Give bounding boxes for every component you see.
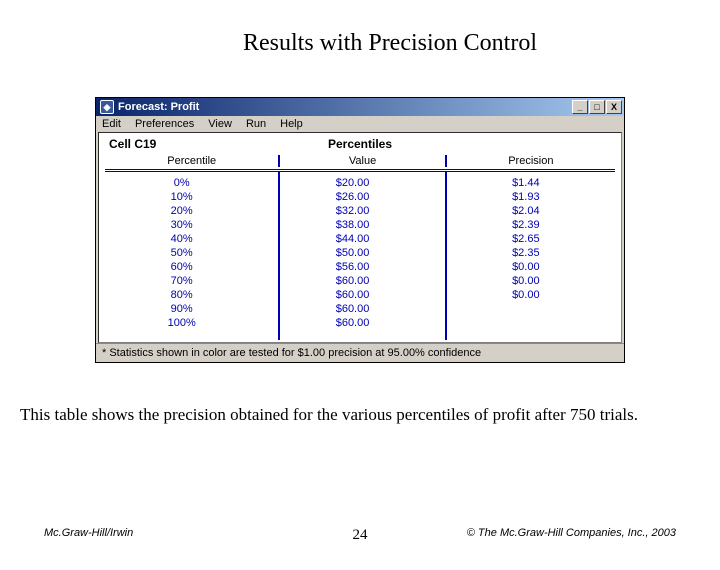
- close-button[interactable]: X: [606, 100, 622, 114]
- cell: 90%: [105, 302, 278, 316]
- minimize-button[interactable]: _: [572, 100, 588, 114]
- data-table: 0% 10% 20% 30% 40% 50% 60% 70% 80% 90% 1…: [105, 172, 615, 340]
- cell: 60%: [105, 260, 278, 274]
- menu-edit[interactable]: Edit: [102, 118, 121, 130]
- value-column: $20.00 $26.00 $32.00 $38.00 $44.00 $50.0…: [278, 172, 446, 340]
- cell: $0.00: [447, 274, 615, 288]
- cell: $2.35: [447, 246, 615, 260]
- cell: $2.39: [447, 218, 615, 232]
- cell: 30%: [105, 218, 278, 232]
- cell: 10%: [105, 190, 278, 204]
- cell: $60.00: [280, 316, 444, 330]
- app-icon: ◆: [100, 100, 114, 114]
- footer-publisher: Mc.Graw-Hill/Irwin: [44, 527, 320, 544]
- cell: $60.00: [280, 302, 444, 316]
- cell: 0%: [105, 176, 278, 190]
- col-header-value: Value: [278, 155, 446, 167]
- statusbar-footnote: * Statistics shown in color are tested f…: [96, 343, 624, 362]
- cell: 20%: [105, 204, 278, 218]
- cell: $38.00: [280, 218, 444, 232]
- col-header-percentile: Percentile: [105, 155, 278, 167]
- slide-title: Results with Precision Control: [60, 30, 720, 57]
- cell: $0.00: [447, 288, 615, 302]
- page-number: 24: [320, 527, 400, 544]
- column-headers: Percentile Value Precision: [105, 153, 615, 172]
- client-area: Cell C19 Percentiles Percentile Value Pr…: [98, 132, 622, 343]
- cell: $2.04: [447, 204, 615, 218]
- cell: 70%: [105, 274, 278, 288]
- menubar: Edit Preferences View Run Help: [96, 116, 624, 132]
- cell: $2.65: [447, 232, 615, 246]
- cell: $1.44: [447, 176, 615, 190]
- app-window: ◆ Forecast: Profit _ □ X Edit Preference…: [95, 97, 625, 363]
- maximize-button[interactable]: □: [589, 100, 605, 114]
- percentile-column: 0% 10% 20% 30% 40% 50% 60% 70% 80% 90% 1…: [105, 172, 278, 340]
- cell: $60.00: [280, 288, 444, 302]
- slide-caption: This table shows the precision obtained …: [20, 405, 700, 425]
- cell: 100%: [105, 316, 278, 330]
- window-controls: _ □ X: [572, 100, 622, 114]
- window-title: Forecast: Profit: [118, 101, 572, 113]
- menu-view[interactable]: View: [208, 118, 232, 130]
- cell: $44.00: [280, 232, 444, 246]
- menu-run[interactable]: Run: [246, 118, 266, 130]
- menu-help[interactable]: Help: [280, 118, 303, 130]
- cell: $32.00: [280, 204, 444, 218]
- cell: $56.00: [280, 260, 444, 274]
- footer-copyright: © The Mc.Graw-Hill Companies, Inc., 2003: [400, 527, 676, 544]
- cell: $1.93: [447, 190, 615, 204]
- cell: 40%: [105, 232, 278, 246]
- cell: $0.00: [447, 260, 615, 274]
- cell-reference: Cell C19: [109, 137, 264, 151]
- cell: 50%: [105, 246, 278, 260]
- col-header-precision: Precision: [447, 155, 615, 167]
- table-header: Cell C19 Percentiles: [105, 135, 615, 153]
- cell: $20.00: [280, 176, 444, 190]
- cell: $60.00: [280, 274, 444, 288]
- cell: $26.00: [280, 190, 444, 204]
- menu-preferences[interactable]: Preferences: [135, 118, 194, 130]
- cell: $50.00: [280, 246, 444, 260]
- precision-column: $1.44 $1.93 $2.04 $2.39 $2.65 $2.35 $0.0…: [447, 172, 615, 340]
- slide-footer: Mc.Graw-Hill/Irwin 24 © The Mc.Graw-Hill…: [0, 527, 720, 544]
- titlebar: ◆ Forecast: Profit _ □ X: [96, 98, 624, 116]
- table-title: Percentiles: [264, 137, 456, 151]
- cell: 80%: [105, 288, 278, 302]
